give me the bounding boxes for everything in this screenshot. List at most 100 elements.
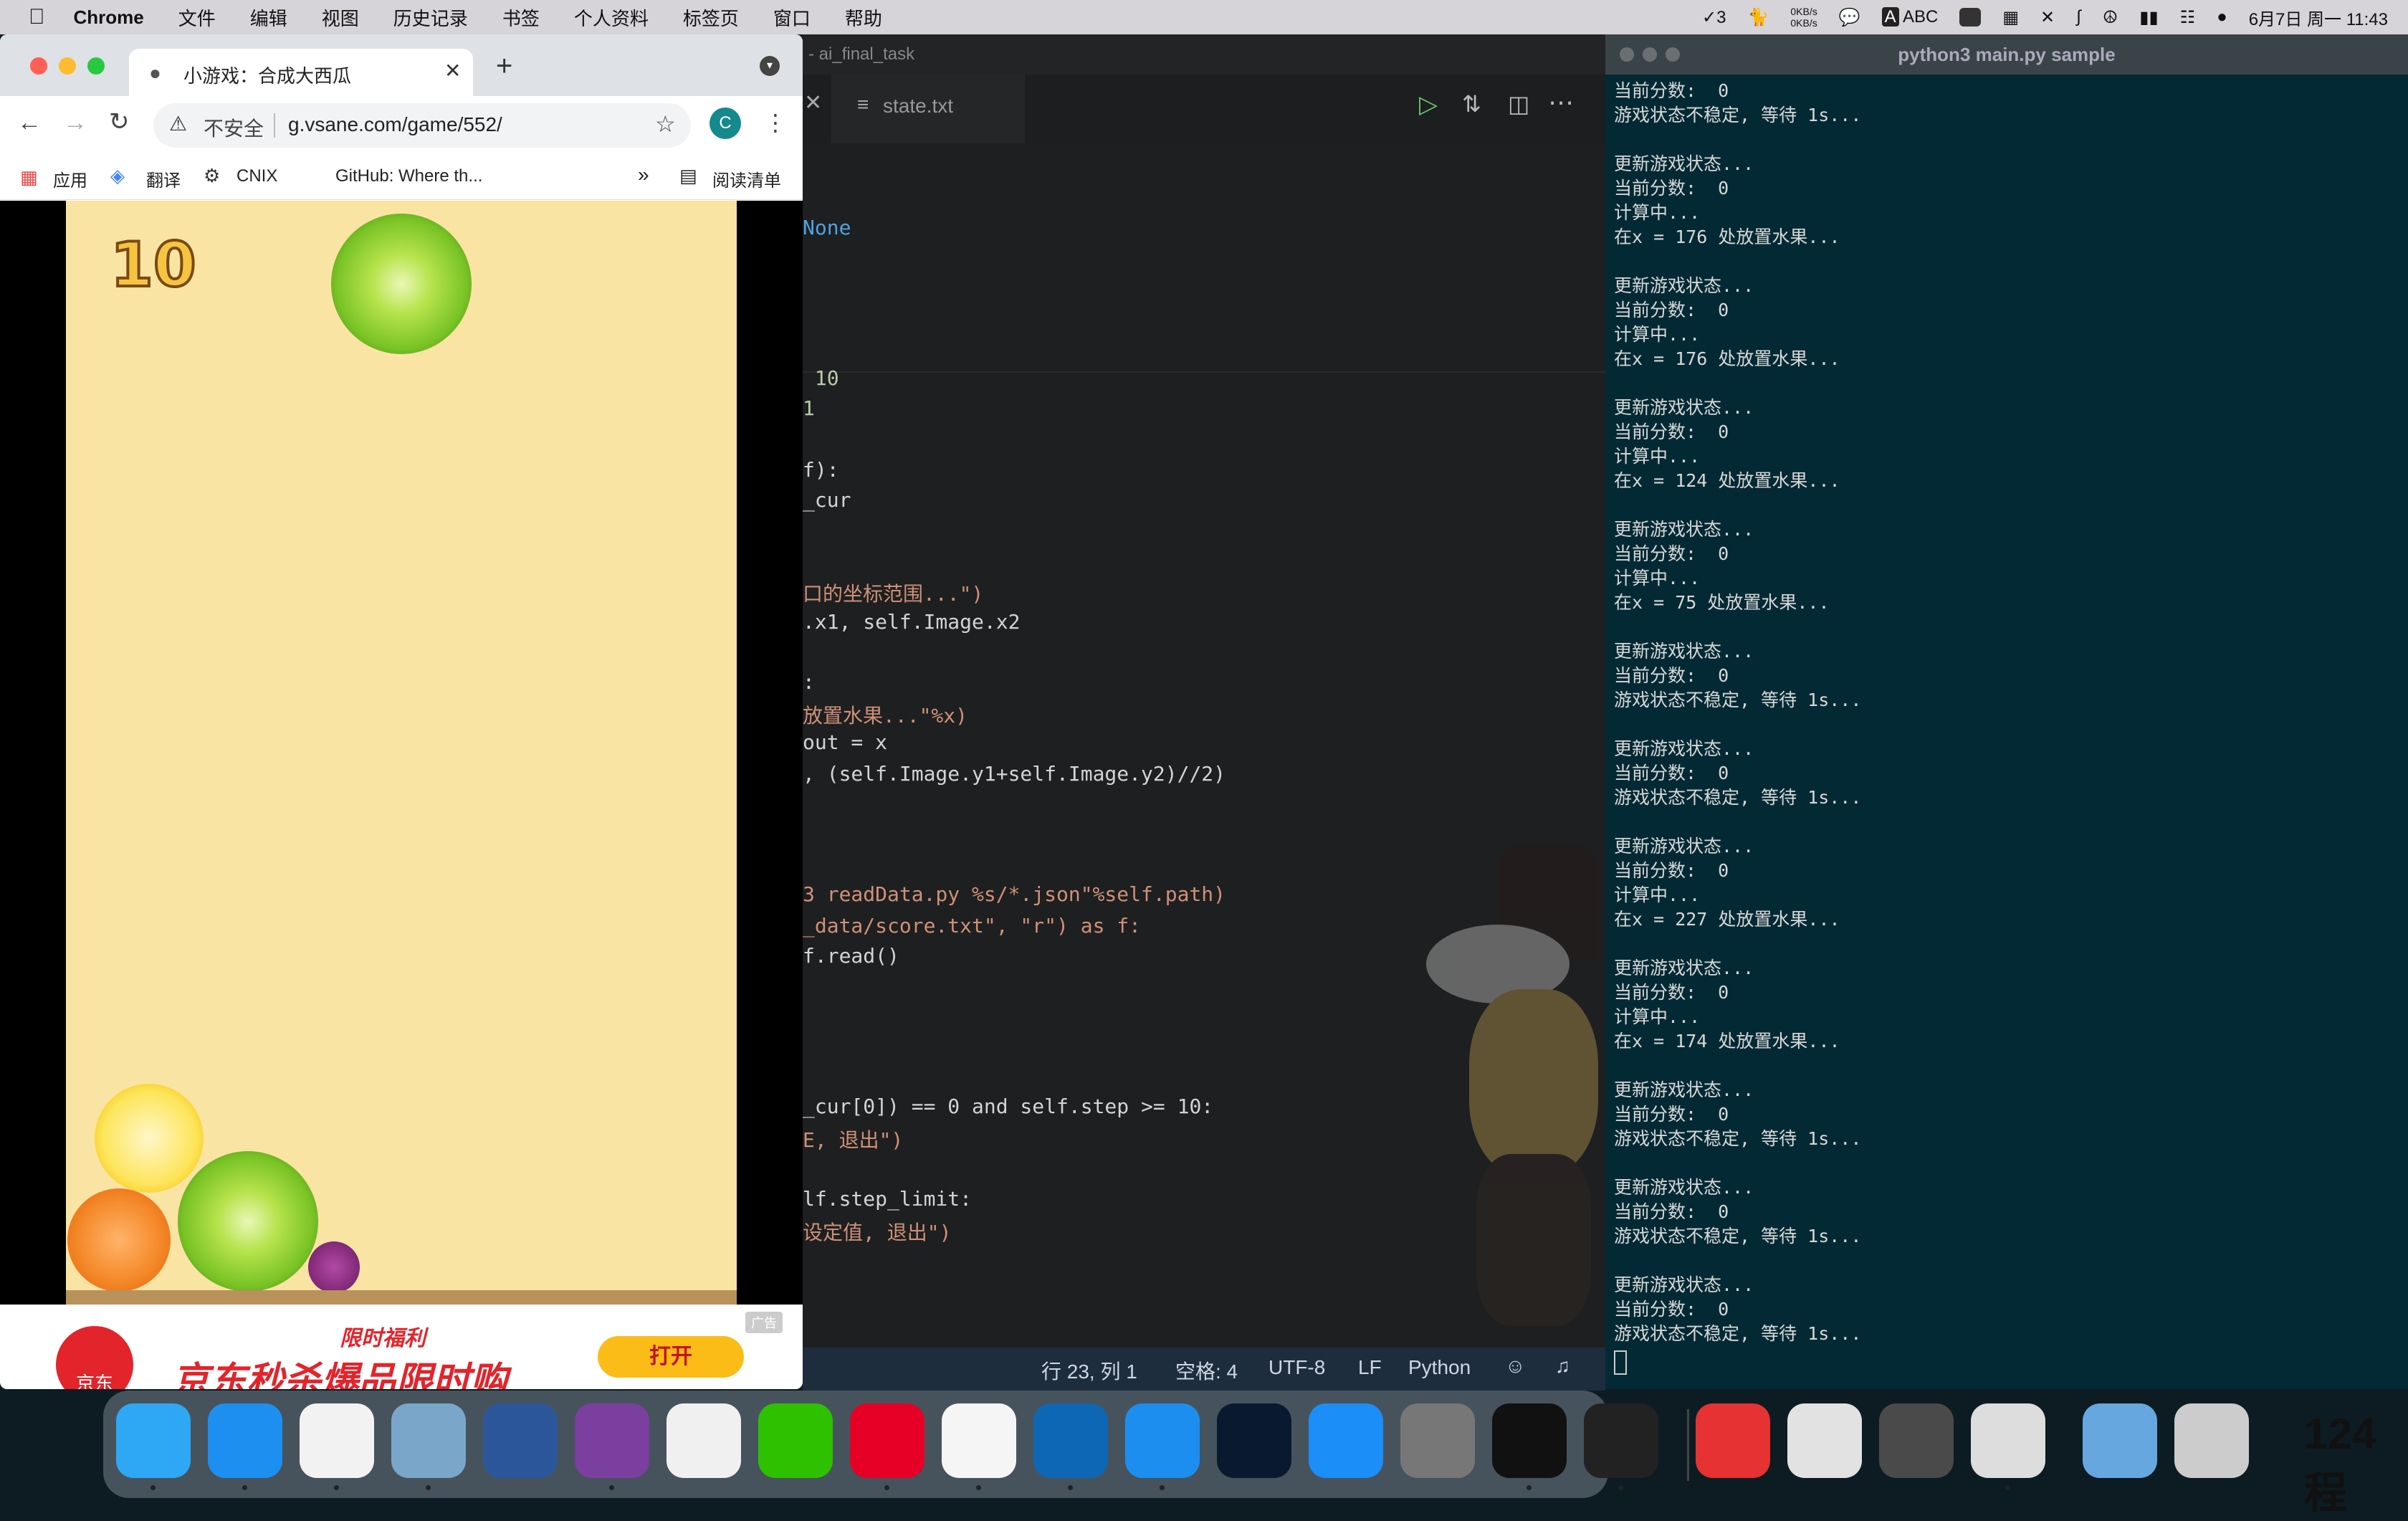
game-canvas[interactable]: 10 (66, 201, 737, 1305)
menu-edit[interactable]: 编辑 (250, 4, 287, 31)
dock-app-store-icon[interactable] (1309, 1403, 1383, 1478)
more-bookmarks[interactable]: » (638, 163, 649, 186)
feedback-icon[interactable]: ☺ (1505, 1355, 1526, 1378)
ad-banner[interactable]: 京东 限时福利 京东秒杀爆品限时购 打开 广告 (0, 1305, 803, 1389)
code-area[interactable]: None 10 1 f): _cur 口的坐标范围...") .x1, self.Imag… (803, 143, 1605, 1348)
dock-activity-monitor-icon[interactable] (1492, 1403, 1567, 1478)
close-tab-icon[interactable]: ✕ (804, 90, 822, 115)
menu-view[interactable]: 视图 (322, 4, 359, 31)
dock-downloads-icon[interactable] (2083, 1403, 2157, 1478)
menu-app-name[interactable]: Chrome (74, 6, 144, 29)
cursor-position[interactable]: 行 23, 列 1 (1041, 1356, 1137, 1385)
control-center-icon[interactable]: ☷ (2180, 7, 2196, 28)
dock-system-preferences-icon[interactable] (1400, 1403, 1475, 1478)
file-lines-icon: ≡ (857, 93, 869, 115)
run-icon[interactable]: ▷ (1419, 90, 1438, 119)
split-editor-icon[interactable]: ◫ (1508, 90, 1529, 118)
dock-netease-music-icon[interactable] (850, 1403, 924, 1478)
wifi-icon[interactable]: ☮ (2103, 7, 2118, 28)
menu-profiles[interactable]: 个人资料 (574, 4, 649, 31)
battery-icon[interactable]: ▮▮ (2139, 7, 2158, 28)
mute-icon[interactable]: ✕ (2040, 7, 2055, 28)
cnix-icon[interactable]: ⚙ (204, 165, 220, 187)
dock-word-icon[interactable] (483, 1403, 558, 1478)
terminal-minimize-button[interactable] (1643, 47, 1657, 62)
reading-list-icon[interactable]: ▤ (679, 165, 697, 187)
back-icon[interactable]: ← (17, 109, 42, 137)
wechat-status-icon[interactable]: 💬 (1839, 7, 1860, 28)
address-bar[interactable]: ⚠ 不安全 g.vsane.com/game/552/ ☆ (153, 103, 691, 148)
tab-state-txt[interactable]: ≡ state.txt (831, 75, 1025, 143)
source-control-icon[interactable]: ⇅ (1462, 90, 1481, 118)
bookmark-cnix[interactable]: CNIX (236, 166, 277, 186)
datetime[interactable]: 6月7日 周一 11:43 (2249, 5, 2388, 30)
layout-icon[interactable]: ▦ (2002, 7, 2019, 28)
indentation[interactable]: 空格: 4 (1175, 1356, 1238, 1385)
menu-window[interactable]: 窗口 (773, 4, 811, 31)
dock-wechat-icon[interactable] (758, 1403, 833, 1478)
dock-sketchup-icon[interactable] (1696, 1403, 1770, 1478)
menu-file[interactable]: 文件 (178, 4, 216, 31)
terminal-zoom-button[interactable] (1666, 47, 1680, 62)
browser-tab[interactable]: ● 小游戏：合成大西瓜 ✕ (129, 49, 473, 96)
siri-icon[interactable]: ● (2217, 7, 2227, 27)
terminal-line: 当前分数: 0 (1614, 860, 1729, 881)
forward-icon[interactable]: → (63, 109, 87, 137)
encoding[interactable]: UTF-8 (1268, 1356, 1325, 1379)
dock-chrome-icon[interactable] (300, 1403, 374, 1478)
ad-open-button[interactable]: 打开 (598, 1336, 744, 1378)
reading-list[interactable]: 阅读清单 (712, 166, 781, 191)
dock-vscode-icon[interactable] (1033, 1403, 1108, 1478)
new-tab-button[interactable]: + (496, 50, 512, 82)
net-speed[interactable]: 0KB/s 0KB/s (1790, 6, 1817, 29)
dock-typora-icon[interactable] (942, 1403, 1016, 1478)
dock-safari-icon[interactable] (208, 1403, 282, 1478)
reload-icon[interactable]: ↻ (109, 108, 130, 136)
language-mode[interactable]: Python (1408, 1356, 1471, 1379)
zoom-window-button[interactable] (87, 57, 105, 75)
tab-search-icon[interactable]: ▾ (760, 56, 780, 76)
profile-avatar[interactable]: C (710, 108, 741, 139)
dock-finder-icon[interactable] (116, 1403, 191, 1478)
terminal-output[interactable]: 当前分数: 0 游戏状态不稳定, 等待 1s... 更新游戏状态... 当前分数: 0… (1614, 79, 2402, 1375)
menu-history[interactable]: 历史记录 (393, 4, 468, 31)
bluetooth-icon[interactable]: ∫ (2076, 7, 2081, 27)
dock-rocket-typist-icon[interactable] (1971, 1403, 2045, 1478)
terminal-line: 更新游戏状态... (1614, 275, 1754, 296)
menu-tabs[interactable]: 标签页 (683, 4, 739, 31)
cat-icon[interactable]: 🐈 (1748, 7, 1769, 28)
dock-disk-clean-icon[interactable] (1879, 1403, 1954, 1478)
dock-keynote-icon[interactable] (666, 1403, 741, 1478)
dock-preview-icon[interactable] (391, 1403, 466, 1478)
url-text[interactable]: g.vsane.com/game/552/ (288, 113, 502, 136)
close-window-button[interactable] (30, 57, 47, 75)
close-tab-icon[interactable]: ✕ (444, 59, 461, 82)
security-label[interactable]: 不安全 (204, 113, 264, 142)
line-ending[interactable]: LF (1358, 1356, 1382, 1379)
dock-trash-icon[interactable] (2174, 1403, 2249, 1478)
bookmark-translate[interactable]: 翻译 (146, 166, 181, 191)
translate-icon[interactable]: ◈ (110, 165, 125, 187)
terminal-close-button[interactable] (1620, 47, 1634, 62)
dock-archive-utility-icon[interactable] (1787, 1403, 1862, 1478)
menu-help[interactable]: 帮助 (845, 4, 882, 31)
input-method[interactable]: A ABC (1881, 7, 1938, 27)
toggle-icon[interactable] (1959, 8, 1982, 27)
dock-onenote-icon[interactable] (575, 1403, 649, 1478)
bookmark-apps[interactable]: 应用 (53, 166, 87, 191)
apple-icon[interactable]:  (29, 5, 45, 29)
chrome-menu-icon[interactable]: ⋮ (764, 109, 787, 136)
dock-xcode-icon[interactable] (1125, 1403, 1200, 1478)
dock-photoshop-icon[interactable] (1217, 1403, 1291, 1478)
status-check-icon[interactable]: ✓3 (1702, 7, 1726, 28)
menu-bookmarks[interactable]: 书签 (502, 4, 540, 31)
more-actions-icon[interactable]: ⋯ (1548, 87, 1574, 118)
apps-grid-icon[interactable]: ▦ (20, 166, 38, 189)
bookmark-github[interactable]: GitHub: Where th... (335, 166, 482, 186)
minimize-window-button[interactable] (59, 57, 76, 75)
bookmark-star-icon[interactable]: ☆ (655, 110, 676, 138)
dock-terminal-icon[interactable] (1584, 1403, 1658, 1478)
bell-icon[interactable]: ♫ (1555, 1355, 1570, 1378)
